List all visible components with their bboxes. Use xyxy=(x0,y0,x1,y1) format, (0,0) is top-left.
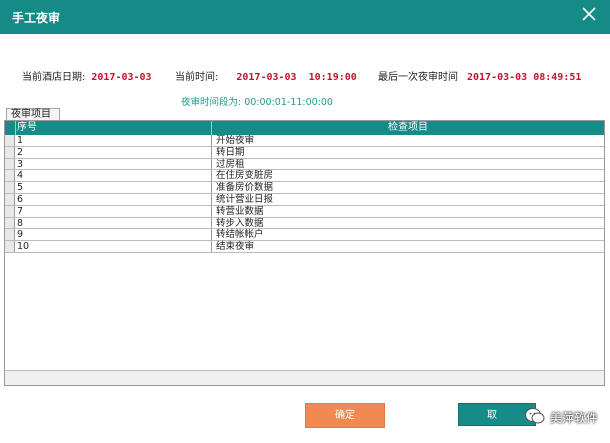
table-row[interactable]: 6 统计营业日报 xyxy=(5,193,604,206)
table-row[interactable]: 3 过房租 xyxy=(5,158,604,171)
audit-period: 夜审时间段为: 00:00:01-11:00:00 xyxy=(181,97,333,108)
current-time-value: 2017-03-03 10:19:00 xyxy=(236,72,357,83)
cell-no: 1 xyxy=(15,135,212,146)
audit-items-grid: 序号 检查项目 1 开始夜审 2 转日期 3 过房租 4 在住房变脏房 5 准备房价数据 … xyxy=(4,120,605,386)
cell-item: 过房租 xyxy=(216,158,245,170)
table-row[interactable]: 9 转结帐帐户 xyxy=(5,229,604,242)
hotel-date-info: 当前酒店日期: 2017-03-03 xyxy=(22,68,152,83)
table-row[interactable]: 2 转日期 xyxy=(5,146,604,159)
last-audit-label: 最后一次夜审时间 xyxy=(378,72,458,83)
grid-header: 序号 检查项目 xyxy=(5,121,604,135)
column-header-item[interactable]: 检查项目 xyxy=(212,121,604,135)
last-audit-info: 最后一次夜审时间 2017-03-03 08:49:51 xyxy=(378,68,581,83)
hotel-date-label: 当前酒店日期: xyxy=(22,72,86,83)
table-row[interactable]: 5 准备房价数据 xyxy=(5,182,604,194)
watermark-text: 美萍软件 xyxy=(550,411,599,425)
ok-button[interactable]: 确定 xyxy=(305,403,385,428)
column-header-no[interactable]: 序号 xyxy=(15,121,212,135)
wechat-icon xyxy=(524,406,546,426)
window-title: 手工夜审 xyxy=(12,11,61,25)
cell-item: 准备房价数据 xyxy=(216,182,274,194)
row-selector[interactable] xyxy=(5,205,15,217)
table-row[interactable]: 4 在住房变脏房 xyxy=(5,170,604,183)
cell-item: 转日期 xyxy=(216,146,245,158)
current-time-label: 当前时间: xyxy=(175,72,219,83)
row-selector[interactable] xyxy=(5,241,15,252)
table-row[interactable]: 7 转营业数据 xyxy=(5,205,604,218)
cell-no: 9 xyxy=(15,229,212,240)
cell-item: 开始夜审 xyxy=(216,135,255,146)
table-row[interactable]: 1 开始夜审 xyxy=(5,135,604,147)
cell-item: 转步入数据 xyxy=(216,217,264,229)
row-selector[interactable] xyxy=(5,193,15,205)
hotel-date-value: 2017-03-03 xyxy=(91,72,152,83)
row-selector[interactable] xyxy=(5,135,15,146)
cell-item: 在住房变脏房 xyxy=(216,170,274,182)
cell-item: 统计营业日报 xyxy=(216,193,274,205)
row-selector[interactable] xyxy=(5,170,15,182)
horizontal-scrollbar[interactable] xyxy=(5,370,604,385)
table-row[interactable]: 10 结束夜审 xyxy=(5,241,604,253)
cell-item: 结束夜审 xyxy=(216,241,255,253)
row-selector[interactable] xyxy=(5,182,15,193)
title-bar: 手工夜审 xyxy=(0,0,610,34)
close-icon[interactable] xyxy=(578,3,600,25)
cell-no: 2 xyxy=(15,146,212,158)
row-selector[interactable] xyxy=(5,217,15,229)
row-selector[interactable] xyxy=(5,146,15,158)
row-selector[interactable] xyxy=(5,229,15,241)
cell-item: 转结帐帐户 xyxy=(216,229,264,241)
watermark: 美萍软件 xyxy=(524,406,606,426)
cell-no: 6 xyxy=(15,193,212,205)
cell-no: 4 xyxy=(15,170,212,181)
row-selector[interactable] xyxy=(5,158,15,170)
cell-no: 8 xyxy=(15,217,212,228)
cell-no: 5 xyxy=(15,182,212,193)
cell-no: 3 xyxy=(15,158,212,169)
cell-item: 转营业数据 xyxy=(216,205,264,217)
cell-no: 7 xyxy=(15,205,212,217)
last-audit-value: 2017-03-03 08:49:51 xyxy=(467,72,582,83)
grid-rows: 1 开始夜审 2 转日期 3 过房租 4 在住房变脏房 5 准备房价数据 6 统计营业日报 … xyxy=(5,135,604,253)
cell-no: 10 xyxy=(15,241,212,252)
current-time-info: 当前时间: 2017-03-03 10:19:00 xyxy=(175,68,357,83)
table-row[interactable]: 8 转步入数据 xyxy=(5,217,604,230)
